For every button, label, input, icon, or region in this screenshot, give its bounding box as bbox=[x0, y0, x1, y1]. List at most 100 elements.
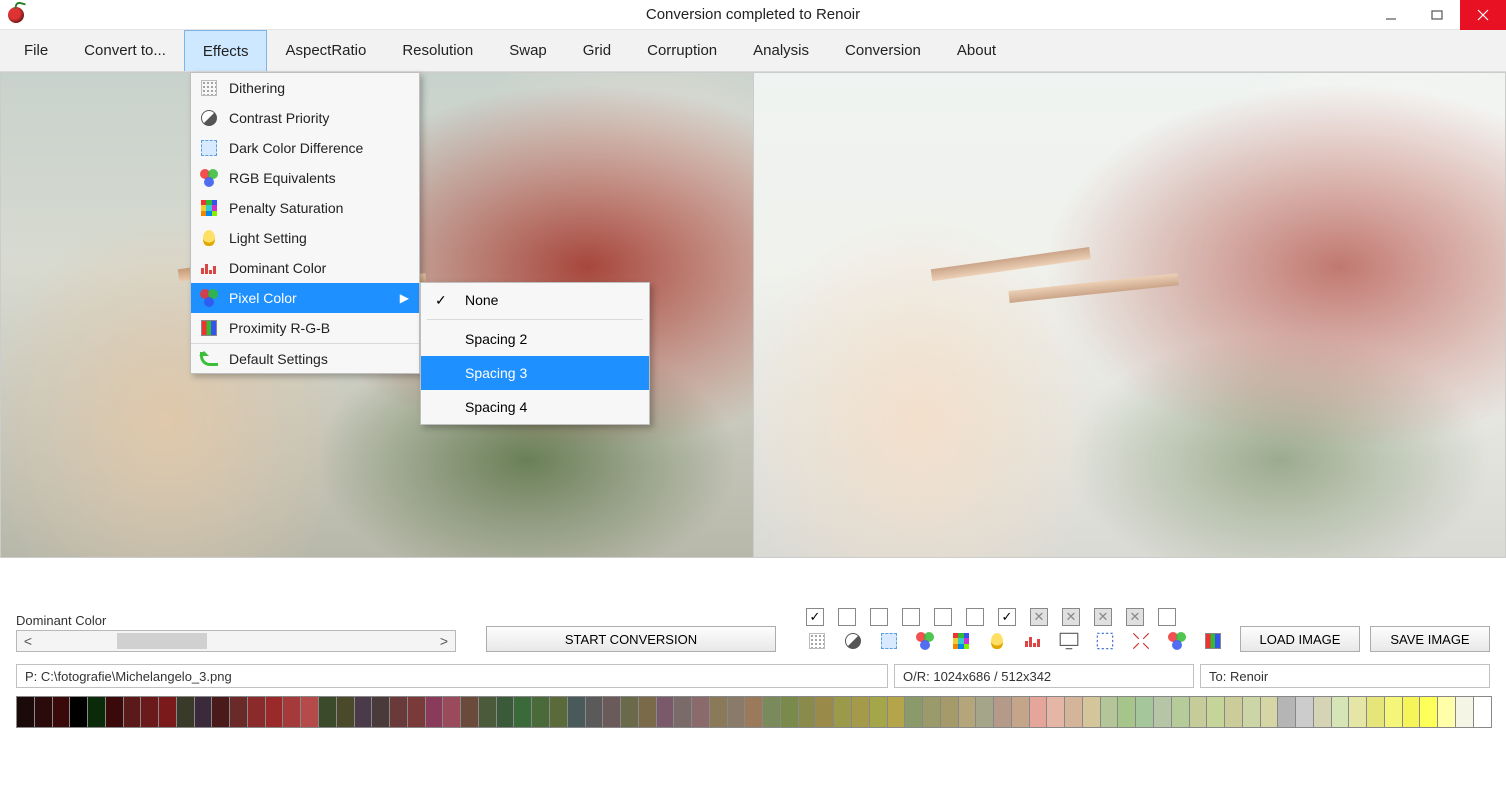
palette-swatch[interactable] bbox=[851, 696, 870, 728]
palette-swatch[interactable] bbox=[158, 696, 177, 728]
palette-swatch[interactable] bbox=[194, 696, 213, 728]
palette-swatch[interactable] bbox=[1348, 696, 1367, 728]
palette-swatch[interactable] bbox=[282, 696, 301, 728]
palette-swatch[interactable] bbox=[1011, 696, 1030, 728]
palette-swatch[interactable] bbox=[371, 696, 390, 728]
palette-swatch[interactable] bbox=[869, 696, 888, 728]
scroll-left-icon[interactable]: < bbox=[17, 633, 39, 649]
palette-swatch[interactable] bbox=[1242, 696, 1261, 728]
palette-swatch[interactable] bbox=[1366, 696, 1385, 728]
submenu-item-none[interactable]: ✓ None bbox=[421, 283, 649, 317]
crop-icon[interactable] bbox=[1094, 630, 1116, 652]
palette-swatch[interactable] bbox=[638, 696, 657, 728]
rgbpx-icon[interactable] bbox=[1202, 630, 1224, 652]
palette-swatch[interactable] bbox=[1082, 696, 1101, 728]
menu-grid[interactable]: Grid bbox=[565, 30, 629, 71]
scroll-thumb[interactable] bbox=[117, 633, 207, 649]
rgb-icon[interactable] bbox=[1166, 630, 1188, 652]
palette-swatch[interactable] bbox=[1135, 696, 1154, 728]
palette-swatch[interactable] bbox=[904, 696, 923, 728]
effects-item-dithering[interactable]: Dithering bbox=[191, 73, 419, 103]
palette-swatch[interactable] bbox=[211, 696, 230, 728]
option-checkbox[interactable] bbox=[934, 608, 952, 626]
darkdiff-icon[interactable] bbox=[878, 630, 900, 652]
effects-item-rgb-equivalents[interactable]: RGB Equivalents bbox=[191, 163, 419, 193]
palette-swatch[interactable] bbox=[567, 696, 586, 728]
palette-swatch[interactable] bbox=[940, 696, 959, 728]
palette-swatch[interactable] bbox=[780, 696, 799, 728]
maximize-button[interactable] bbox=[1414, 0, 1460, 30]
expand-icon[interactable] bbox=[1130, 630, 1152, 652]
menu-swap[interactable]: Swap bbox=[491, 30, 565, 71]
palette-swatch[interactable] bbox=[1419, 696, 1438, 728]
palette-swatch[interactable] bbox=[1295, 696, 1314, 728]
dominant-color-scroller[interactable]: < > bbox=[16, 630, 456, 652]
palette-swatch[interactable] bbox=[407, 696, 426, 728]
palette-swatch[interactable] bbox=[229, 696, 248, 728]
menu-resolution[interactable]: Resolution bbox=[384, 30, 491, 71]
bulb-icon[interactable] bbox=[986, 630, 1008, 652]
bars-icon[interactable] bbox=[1022, 630, 1044, 652]
palette-swatch[interactable] bbox=[1189, 696, 1208, 728]
palette-swatch[interactable] bbox=[1260, 696, 1279, 728]
palette-swatch[interactable] bbox=[975, 696, 994, 728]
monitor-icon[interactable] bbox=[1058, 630, 1080, 652]
palette-swatch[interactable] bbox=[798, 696, 817, 728]
option-checkbox[interactable] bbox=[870, 608, 888, 626]
minimize-button[interactable] bbox=[1368, 0, 1414, 30]
scroll-right-icon[interactable]: > bbox=[433, 633, 455, 649]
option-checkbox[interactable] bbox=[966, 608, 984, 626]
palette-swatch[interactable] bbox=[673, 696, 692, 728]
option-checkbox[interactable] bbox=[902, 608, 920, 626]
palette-swatch[interactable] bbox=[709, 696, 728, 728]
palette-swatch[interactable] bbox=[1331, 696, 1350, 728]
palette-swatch[interactable] bbox=[1224, 696, 1243, 728]
contrast-icon[interactable] bbox=[842, 630, 864, 652]
palette-swatch[interactable] bbox=[1384, 696, 1403, 728]
submenu-item-spacing-4[interactable]: Spacing 4 bbox=[421, 390, 649, 424]
palette-swatch[interactable] bbox=[1402, 696, 1421, 728]
palette-swatch[interactable] bbox=[1100, 696, 1119, 728]
menu-effects[interactable]: Effects bbox=[184, 30, 268, 71]
palette-swatch[interactable] bbox=[993, 696, 1012, 728]
menu-file[interactable]: File bbox=[6, 30, 66, 71]
menu-analysis[interactable]: Analysis bbox=[735, 30, 827, 71]
palette-swatch[interactable] bbox=[265, 696, 284, 728]
option-checkbox[interactable] bbox=[1158, 608, 1176, 626]
palette-swatch[interactable] bbox=[389, 696, 408, 728]
palette-swatch[interactable] bbox=[585, 696, 604, 728]
palette-swatch[interactable] bbox=[656, 696, 675, 728]
submenu-item-spacing-3[interactable]: Spacing 3 bbox=[421, 356, 649, 390]
palette-swatch[interactable] bbox=[762, 696, 781, 728]
rgb-icon[interactable] bbox=[914, 630, 936, 652]
effects-item-dark-color-difference[interactable]: Dark Color Difference bbox=[191, 133, 419, 163]
menu-conversion[interactable]: Conversion bbox=[827, 30, 939, 71]
palette-swatch[interactable] bbox=[887, 696, 906, 728]
dither-icon[interactable] bbox=[806, 630, 828, 652]
palette-swatch[interactable] bbox=[531, 696, 550, 728]
palette-swatch[interactable] bbox=[1153, 696, 1172, 728]
start-conversion-button[interactable]: START CONVERSION bbox=[486, 626, 776, 652]
palette-swatch[interactable] bbox=[1064, 696, 1083, 728]
menu-about[interactable]: About bbox=[939, 30, 1014, 71]
palette-swatch[interactable] bbox=[727, 696, 746, 728]
palette-swatch[interactable] bbox=[318, 696, 337, 728]
palette-swatch[interactable] bbox=[478, 696, 497, 728]
palette-swatch[interactable] bbox=[620, 696, 639, 728]
effects-item-light-setting[interactable]: Light Setting bbox=[191, 223, 419, 253]
palette-swatch[interactable] bbox=[691, 696, 710, 728]
palette-swatch[interactable] bbox=[1206, 696, 1225, 728]
palette-swatch[interactable] bbox=[1171, 696, 1190, 728]
close-button[interactable] bbox=[1460, 0, 1506, 30]
palette-swatch[interactable] bbox=[815, 696, 834, 728]
palette-swatch[interactable] bbox=[247, 696, 266, 728]
menu-corruption[interactable]: Corruption bbox=[629, 30, 735, 71]
palette-swatch[interactable] bbox=[1455, 696, 1474, 728]
palette-swatch[interactable] bbox=[1277, 696, 1296, 728]
option-checkbox[interactable] bbox=[838, 608, 856, 626]
effects-item-default-settings[interactable]: Default Settings bbox=[191, 343, 419, 373]
submenu-item-spacing-2[interactable]: Spacing 2 bbox=[421, 322, 649, 356]
load-image-button[interactable]: LOAD IMAGE bbox=[1240, 626, 1360, 652]
effects-item-proximity-rgb[interactable]: Proximity R-G-B bbox=[191, 313, 419, 343]
palette-swatch[interactable] bbox=[336, 696, 355, 728]
